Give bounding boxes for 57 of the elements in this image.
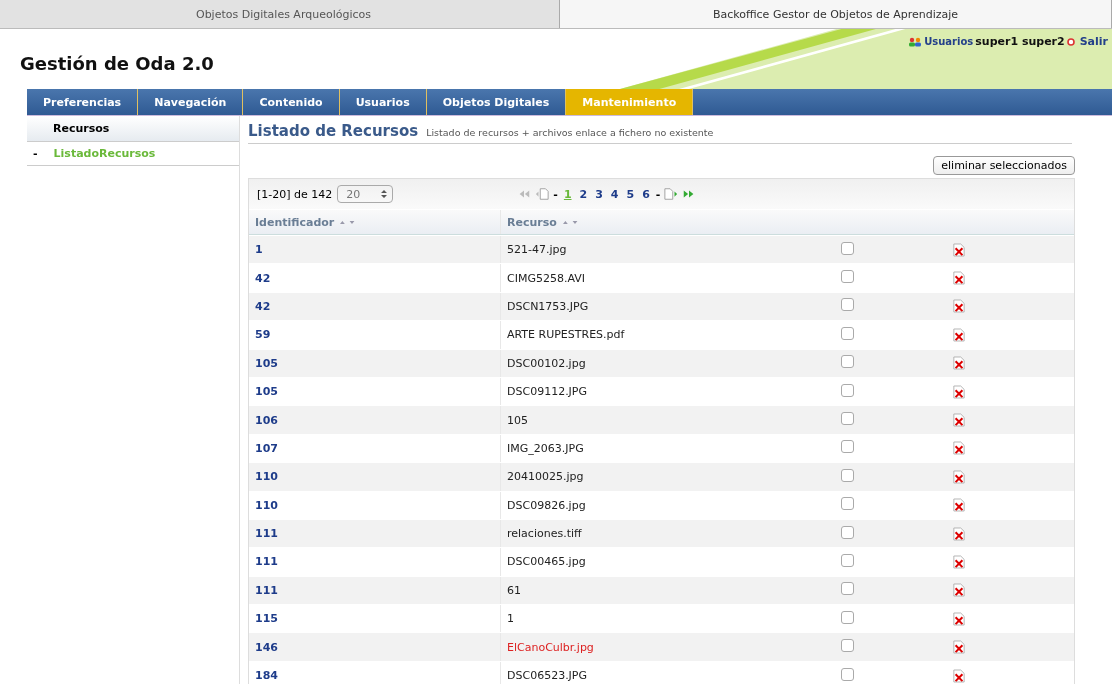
id-link[interactable]: 106 bbox=[255, 413, 278, 427]
id-link[interactable]: 105 bbox=[255, 385, 278, 399]
bullet: - bbox=[33, 147, 38, 160]
id-link[interactable]: 184 bbox=[255, 669, 278, 683]
resource-name: ARTE RUPESTRES.pdf bbox=[507, 328, 625, 342]
id-link[interactable]: 110 bbox=[255, 498, 278, 512]
page-link[interactable]: 5 bbox=[624, 187, 637, 201]
logout-link[interactable]: Salir bbox=[1079, 35, 1108, 48]
id-link[interactable]: 107 bbox=[255, 441, 278, 455]
resource-name: 521-47.jpg bbox=[507, 243, 567, 257]
page-link[interactable]: 2 bbox=[577, 187, 590, 201]
id-link[interactable]: 42 bbox=[255, 271, 271, 285]
separator: - bbox=[655, 187, 661, 201]
sidebar-heading: Recursos bbox=[27, 116, 239, 142]
resource-name: DSC09112.JPG bbox=[507, 385, 588, 399]
id-link[interactable]: 111 bbox=[255, 555, 278, 569]
browser-tab[interactable]: Backoffice Gestor de Objetos de Aprendizaje bbox=[560, 0, 1112, 28]
id-link[interactable]: 105 bbox=[255, 356, 278, 370]
page-title: Listado de Recursos bbox=[248, 122, 419, 140]
nav-tab[interactable]: Navegación bbox=[138, 89, 244, 115]
id-link[interactable]: 146 bbox=[255, 640, 278, 654]
page-link[interactable]: 6 bbox=[640, 187, 652, 201]
users-link[interactable]: Usuarios bbox=[924, 36, 974, 47]
user-name: super1 super2 bbox=[975, 35, 1065, 48]
resource-name: IMG_2063.JPG bbox=[507, 441, 584, 455]
app-title: Gestión de Oda 2.0 bbox=[20, 52, 214, 74]
resource-name: ElCanoCulbr.jpg bbox=[507, 640, 594, 654]
id-link[interactable]: 115 bbox=[255, 612, 278, 626]
page-subtitle: Listado de recursos + archivos enlace a fichero no existente bbox=[426, 127, 714, 138]
delete-selected-button[interactable]: eliminar seleccionados bbox=[933, 156, 1075, 175]
id-link[interactable]: 111 bbox=[255, 527, 278, 541]
column-header[interactable]: Identificador bbox=[249, 210, 501, 234]
resource-name: DSC00102.jpg bbox=[507, 356, 586, 370]
resource-name: DSCN1753.JPG bbox=[507, 299, 589, 313]
id-link[interactable]: 59 bbox=[255, 328, 271, 342]
id-link[interactable]: 111 bbox=[255, 583, 278, 597]
page-size-select[interactable]: 20 bbox=[337, 185, 394, 203]
resource-name: 61 bbox=[507, 583, 521, 597]
nav-tab[interactable]: Contenido bbox=[243, 89, 340, 115]
column-header[interactable]: Recurso bbox=[501, 215, 829, 229]
page-link[interactable]: 4 bbox=[608, 187, 621, 201]
resource-name: DSC09826.jpg bbox=[507, 498, 586, 512]
resource-name: 1 bbox=[507, 612, 514, 626]
resource-name: 105 bbox=[507, 413, 528, 427]
id-link[interactable]: 110 bbox=[255, 470, 278, 484]
id-link[interactable]: 42 bbox=[255, 299, 271, 313]
resource-name: DSC06523.JPG bbox=[507, 669, 588, 683]
nav-tab[interactable]: Usuarios bbox=[339, 89, 427, 115]
nav-tab[interactable]: Preferencias bbox=[27, 89, 139, 115]
resource-name: CIMG5258.AVI bbox=[507, 271, 586, 285]
page-link[interactable]: 3 bbox=[593, 187, 605, 201]
separator: - bbox=[553, 187, 558, 201]
range-text: [1-20] de 142 bbox=[257, 187, 333, 201]
resource-name: DSC00465.jpg bbox=[507, 555, 586, 569]
id-link[interactable]: 1 bbox=[255, 243, 263, 257]
resource-name: relaciones.tiff bbox=[507, 527, 582, 541]
resource-name: 20410025.jpg bbox=[507, 470, 584, 484]
